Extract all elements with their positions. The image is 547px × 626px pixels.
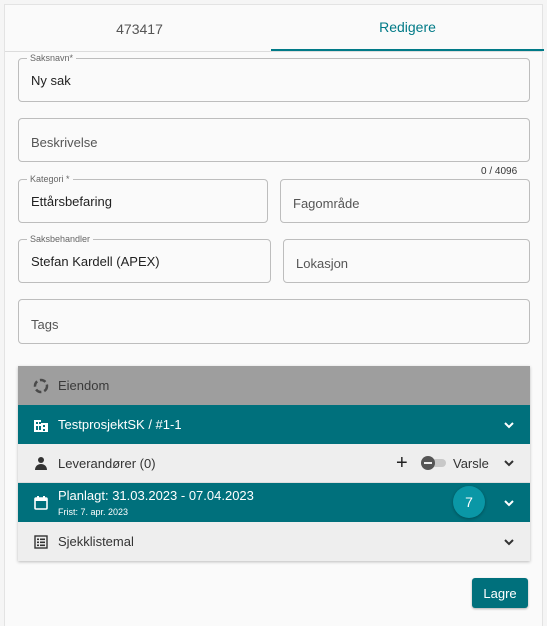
save-button[interactable]: Lagre xyxy=(472,578,528,608)
worker-icon xyxy=(32,454,50,472)
saksnavn-field[interactable]: Saksnavn* Ny sak xyxy=(18,53,530,102)
beskrivelse-field[interactable]: Beskrivelse xyxy=(18,118,530,162)
tab-case-number[interactable]: 473417 xyxy=(5,5,274,52)
calendar-icon xyxy=(32,494,50,512)
prosjekt-row[interactable]: TestprosjektSK / #1-1 xyxy=(18,405,530,444)
saksbehandler-label: Saksbehandler xyxy=(27,234,94,245)
eiendom-label: Eiendom xyxy=(58,378,110,393)
tags-placeholder: Tags xyxy=(31,317,59,332)
saksnavn-value: Ny sak xyxy=(31,73,71,88)
varsle-toggle[interactable] xyxy=(420,456,448,470)
leverandorer-row[interactable]: Leverandører (0) + Varsle xyxy=(18,444,530,483)
tab-edit[interactable]: Redigere xyxy=(271,5,544,51)
tags-field[interactable]: Tags xyxy=(18,299,530,344)
fagomrade-placeholder: Fagområde xyxy=(293,196,360,211)
planlagt-row[interactable]: Planlagt: 31.03.2023 - 07.04.2023 Frist:… xyxy=(18,483,530,522)
beskrivelse-counter: 0 / 4096 xyxy=(481,166,518,177)
loading-spinner-icon xyxy=(32,377,50,395)
beskrivelse-placeholder: Beskrivelse xyxy=(31,135,98,150)
checklist-icon xyxy=(32,533,50,551)
lokasjon-field[interactable]: Lokasjon xyxy=(283,239,530,283)
sjekkliste-row[interactable]: Sjekklistemal xyxy=(18,522,530,561)
kategori-field[interactable]: Kategori * Ettårsbefaring xyxy=(18,174,268,223)
tab-bar: 473417 Redigere xyxy=(5,5,544,52)
prosjekt-label: TestprosjektSK / #1-1 xyxy=(58,417,182,432)
sjekkliste-label: Sjekklistemal xyxy=(58,534,134,549)
eiendom-row[interactable]: Eiendom xyxy=(18,366,530,405)
chevron-down-icon[interactable] xyxy=(502,496,516,510)
chevron-down-icon[interactable] xyxy=(502,456,516,470)
kategori-value: Ettårsbefaring xyxy=(31,194,112,209)
chevron-down-icon[interactable] xyxy=(502,418,516,432)
planlagt-label: Planlagt: 31.03.2023 - 07.04.2023 xyxy=(58,488,254,503)
lokasjon-placeholder: Lokasjon xyxy=(296,256,349,271)
leverandorer-label: Leverandører (0) xyxy=(58,455,156,471)
varsle-label: Varsle xyxy=(453,456,489,471)
add-leverandor-button[interactable]: + xyxy=(396,453,408,473)
saksnavn-label: Saksnavn* xyxy=(27,53,77,64)
kategori-label: Kategori * xyxy=(27,174,73,185)
building-icon xyxy=(32,416,50,434)
frist-label: Frist: 7. apr. 2023 xyxy=(58,507,129,517)
saksbehandler-field[interactable]: Saksbehandler Stefan Kardell (APEX) xyxy=(18,234,271,283)
fagomrade-field[interactable]: Fagområde xyxy=(280,179,530,223)
sections-accordion: Eiendom TestprosjektSK / #1-1 Leverandør… xyxy=(18,366,530,561)
chevron-down-icon[interactable] xyxy=(502,535,516,549)
saksbehandler-value: Stefan Kardell (APEX) xyxy=(31,254,160,269)
count-badge[interactable]: 7 xyxy=(453,486,485,518)
